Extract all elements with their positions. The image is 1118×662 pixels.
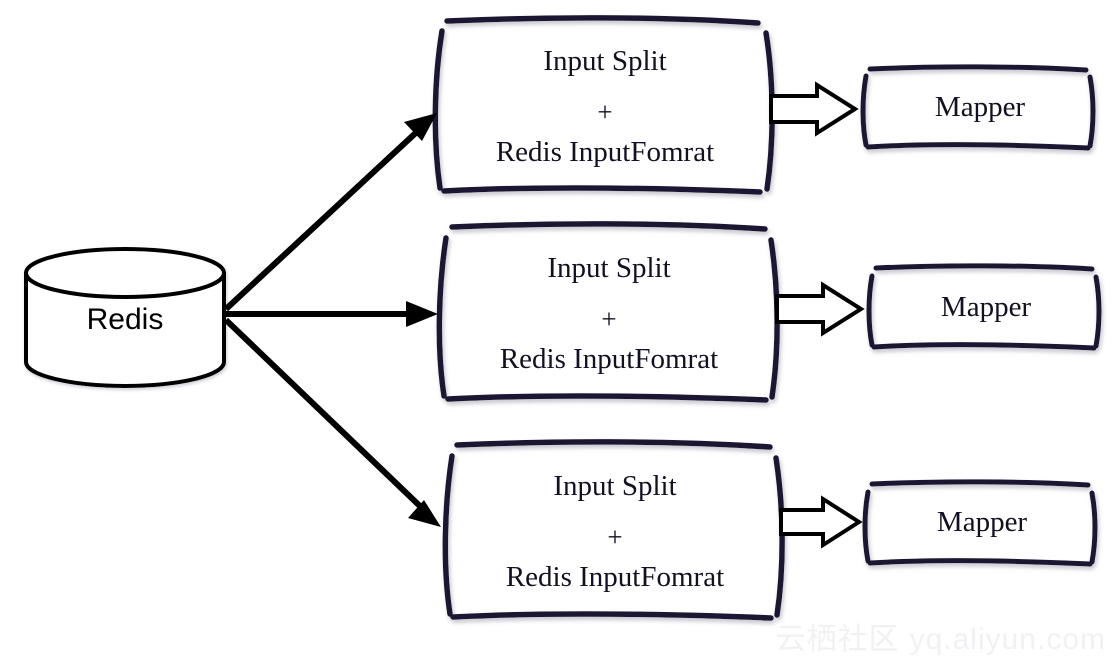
arrow-split-1-to-mapper-1 (769, 81, 859, 137)
watermark-url-text: yq.aliyun.com (909, 623, 1106, 656)
split-box-1-line2: Redis InputFomrat (495, 136, 715, 168)
arrow-redis-to-split-3 (223, 317, 441, 527)
arrow-split-3-to-mapper-3-body (779, 495, 863, 549)
split-box-2-bottom-edge (445, 393, 769, 403)
arrow-split-1-to-mapper-1-body (769, 81, 859, 137)
split-box-3-top-edge (454, 439, 773, 450)
arrow-split-2-to-mapper-2 (775, 281, 865, 337)
arrow-redis-to-split-1 (223, 113, 437, 312)
database-label: Redis (86, 303, 164, 336)
mapper-box-2-label: Mapper (940, 291, 1032, 323)
mapper-box-1-bottom-edge (865, 142, 1091, 151)
mapper-box-3-label: Mapper (936, 506, 1028, 538)
split-box-2-left-edge (436, 235, 449, 399)
split-box-1-plus: + (597, 97, 613, 127)
split-box-3-line1: Input Split (553, 470, 677, 502)
mapper-box-3-bottom-edge (867, 558, 1093, 567)
split-box-3-left-edge (442, 453, 455, 617)
mapper-box-1-label: Mapper (934, 91, 1026, 123)
split-box-2-line2: Redis InputFomrat (499, 343, 719, 375)
arrow-redis-to-split-1-shaft (223, 125, 424, 312)
arrow-split-2-to-mapper-2-body (775, 281, 865, 337)
arrow-redis-to-split-3-head (408, 500, 441, 527)
split-box-3-bottom-edge (450, 611, 774, 621)
mapper-box-2-bottom-edge (871, 342, 1097, 351)
arrow-redis-to-split-2-head (406, 301, 438, 327)
watermark: 云栖社区 yq.aliyun.com (776, 614, 1106, 658)
split-box-1-line1: Input Split (543, 45, 667, 77)
split-box-2-plus: + (601, 304, 617, 334)
arrow-redis-to-split-2 (226, 301, 438, 327)
cylinder-top-ellipse (24, 247, 226, 299)
split-box-1-top-edge (444, 15, 761, 26)
split-box-1-bottom-edge (441, 185, 763, 195)
watermark-cn-text: 云栖社区 (775, 623, 900, 656)
split-box-3-plus: + (607, 522, 623, 552)
split-box-3-line2: Redis InputFomrat (505, 561, 725, 593)
split-box-2-top-edge (449, 221, 768, 232)
arrow-split-3-to-mapper-3 (779, 495, 863, 549)
mapper-box-3-top-edge (869, 479, 1091, 488)
split-box-2-line1: Input Split (547, 252, 671, 284)
mapper-box-2-top-edge (873, 263, 1095, 272)
diagram-canvas: Redis Input Split + Redis InputFomrat In… (0, 0, 1118, 662)
arrow-redis-to-split-3-shaft (223, 317, 426, 512)
mapper-box-1-top-edge (867, 64, 1089, 73)
split-box-1-left-edge (432, 28, 445, 191)
